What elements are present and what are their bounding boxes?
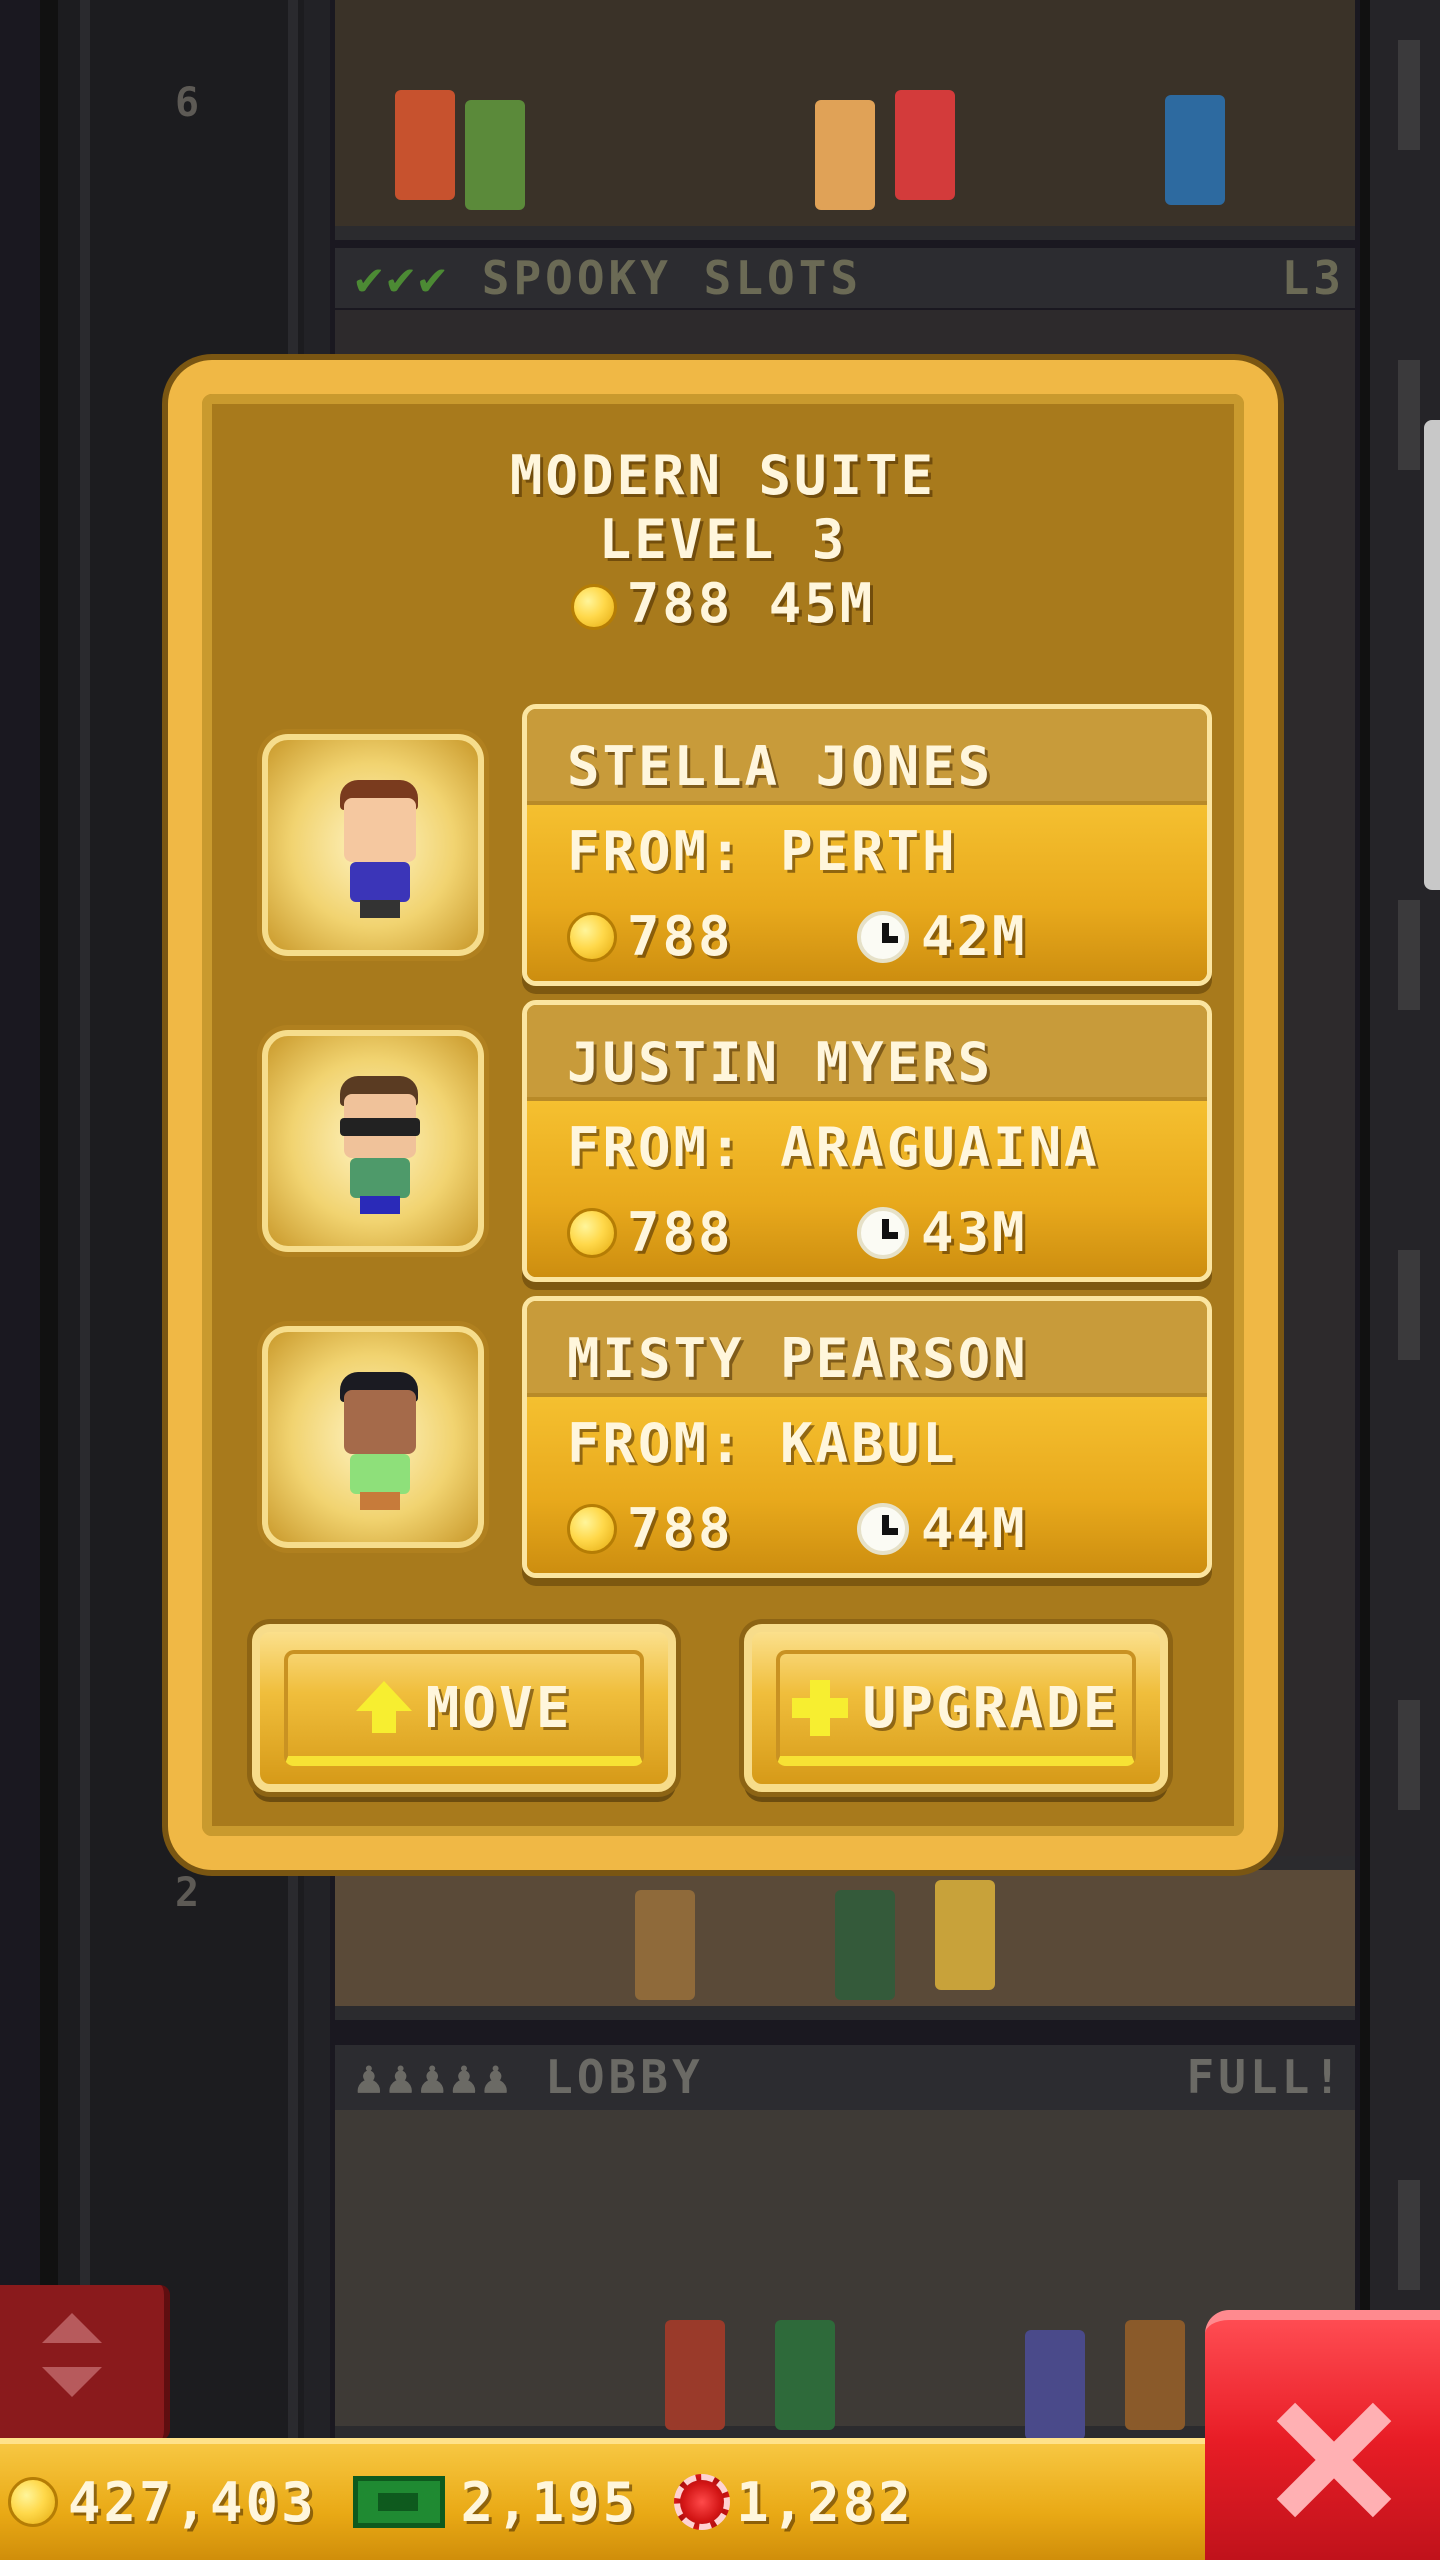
resident-row[interactable]: STELLA JONES FROM: PERTH 788 42M: [262, 704, 1212, 986]
room-info-dialog: MODERN SUITE LEVEL 3 788 45M STELLA JONE…: [168, 360, 1278, 1870]
resident-portrait[interactable]: [262, 1030, 484, 1252]
upgrade-button[interactable]: UPGRADE: [744, 1624, 1168, 1792]
floor-label-lobby[interactable]: ♟♟♟♟♟ LOBBY FULL!: [335, 2045, 1355, 2110]
floor-number-2: 2: [175, 1870, 200, 1916]
resident-portrait[interactable]: [262, 1326, 484, 1548]
clock-icon: [857, 1503, 909, 1555]
resident-card[interactable]: STELLA JONES FROM: PERTH 788 42M: [522, 704, 1212, 986]
resident-row[interactable]: MISTY PEARSON FROM: KABUL 788 44M: [262, 1296, 1212, 1578]
bux-counter[interactable]: 2,195: [352, 2470, 639, 2534]
resident-time: 42M: [921, 905, 1028, 968]
chip-icon: [674, 2474, 731, 2530]
floor-level: L3: [1281, 251, 1345, 305]
resident-rent: 788: [627, 905, 734, 968]
plus-icon: [792, 1680, 849, 1736]
floor-2[interactable]: [335, 1870, 1355, 2020]
resident-name: MISTY PEARSON: [527, 1301, 1207, 1397]
resident-hometown: FROM: ARAGUAINA: [567, 1116, 1100, 1179]
resident-name: STELLA JONES: [527, 709, 1207, 805]
resident-row[interactable]: JUSTIN MYERS FROM: ARAGUAINA 788 43M: [262, 1000, 1212, 1282]
move-button[interactable]: MOVE: [252, 1624, 676, 1792]
coin-icon: [8, 2477, 58, 2527]
room-level: LEVEL 3: [598, 508, 848, 571]
floor-label-spooky-slots[interactable]: ✔✔✔ SPOOKY SLOTS L3: [335, 248, 1355, 308]
currency-bar: 427,403 2,195 1,282: [0, 2438, 1210, 2560]
lobby-status: FULL!: [1186, 2050, 1345, 2104]
coin-icon: [567, 912, 617, 962]
floor-number-6: 6: [175, 80, 200, 126]
elevator-down-icon: [42, 2367, 102, 2397]
elevator-button[interactable]: [0, 2285, 170, 2440]
coin-icon: [570, 584, 617, 631]
elevator-up-icon: [42, 2313, 102, 2343]
scrollbar[interactable]: [1424, 420, 1440, 890]
tower-bux-icon: [352, 2476, 445, 2528]
resident-hometown: FROM: KABUL: [567, 1412, 958, 1475]
right-wall: [1360, 0, 1440, 2440]
arrow-up-icon: [355, 1681, 412, 1733]
floor-top[interactable]: [335, 0, 1355, 240]
close-button[interactable]: [1205, 2310, 1440, 2560]
resident-avatar: [330, 780, 428, 920]
resident-time: 44M: [921, 1497, 1028, 1560]
coin-icon: [567, 1504, 617, 1554]
resident-card[interactable]: MISTY PEARSON FROM: KABUL 788 44M: [522, 1296, 1212, 1578]
resident-portrait[interactable]: [262, 734, 484, 956]
room-name: MODERN SUITE: [509, 444, 937, 507]
lobby-floor[interactable]: [335, 2110, 1355, 2440]
bux-value: 2,195: [460, 2470, 639, 2534]
coins-counter[interactable]: 427,403: [8, 2471, 317, 2534]
shaft-rail: [80, 0, 90, 2440]
chips-value: 1,282: [736, 2470, 914, 2534]
clock-icon: [857, 911, 909, 963]
room-summary: 788 45M: [202, 572, 1244, 636]
resident-rent: 788: [627, 1201, 734, 1264]
coins-value: 427,403: [68, 2470, 317, 2534]
dialog-header: MODERN SUITE LEVEL 3 788 45M: [202, 444, 1244, 636]
resident-card[interactable]: JUSTIN MYERS FROM: ARAGUAINA 788 43M: [522, 1000, 1212, 1282]
lobby-label: LOBBY: [545, 2050, 704, 2104]
resident-avatar: [330, 1076, 428, 1216]
coin-icon: [567, 1208, 617, 1258]
move-label: MOVE: [425, 1675, 573, 1741]
resident-time: 43M: [921, 1201, 1028, 1264]
resident-avatar: [330, 1372, 428, 1512]
resident-hometown: FROM: PERTH: [567, 820, 958, 883]
floor-name: SPOOKY SLOTS: [481, 251, 863, 305]
chips-counter[interactable]: 1,282: [674, 2471, 914, 2534]
resident-name: JUSTIN MYERS: [527, 1005, 1207, 1101]
room-summary-text: 788 45M: [626, 572, 876, 635]
resident-rent: 788: [627, 1497, 734, 1560]
close-icon: [1271, 2400, 1391, 2520]
clock-icon: [857, 1207, 909, 1259]
upgrade-label: UPGRADE: [862, 1675, 1120, 1741]
glasses: [340, 1118, 420, 1136]
